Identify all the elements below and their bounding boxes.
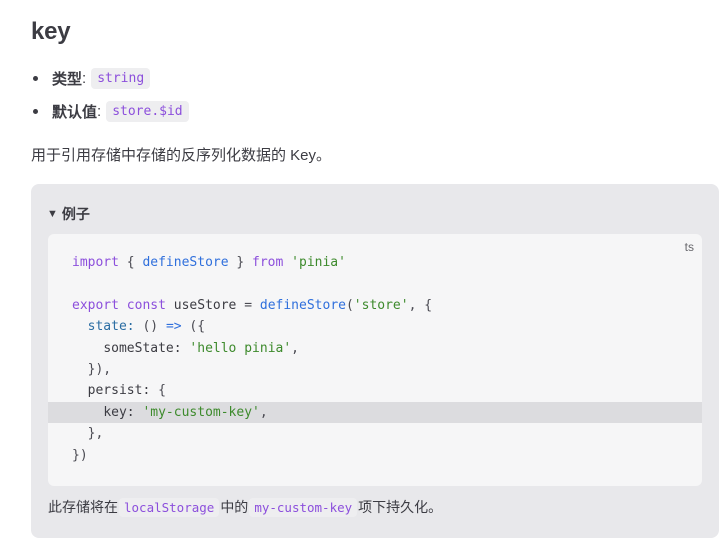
code-line: import { defineStore } from 'pinia' [72, 255, 346, 270]
example-summary-toggle[interactable]: ▼ 例子 [47, 204, 90, 224]
code-line: }, [87, 426, 104, 442]
code-line: someState: 'hello pinia', [103, 340, 299, 356]
description-text: 用于引用存储中存储的反序列化数据的 Key。 [31, 147, 332, 164]
example-footer: 此存储将在 localStorage 中的 my-custom-key 项下持久… [48, 497, 442, 517]
footer-text-after: 项下持久化。 [358, 499, 443, 515]
footer-code-key: my-custom-key [249, 497, 358, 517]
type-label: 类型 [52, 71, 83, 88]
code-content: import { defineStore } from 'pinia' ​ expo… [48, 252, 702, 466]
code-line: state: () => ({ [87, 319, 206, 335]
example-summary-label: 例子 [61, 206, 90, 222]
code-line: }), [87, 361, 112, 377]
code-line: }) [72, 447, 88, 463]
list-item-type: 类型: string [33, 66, 189, 91]
code-line: ​ [48, 273, 702, 294]
code-block: ts import { defineStore } from 'pinia'​e… [48, 234, 702, 486]
default-label: 默认值 [52, 104, 98, 121]
triangle-down-icon: ▼ [47, 208, 58, 220]
footer-text-middle: 中的 [220, 499, 249, 515]
code-line: persist: { [87, 383, 166, 399]
type-value: string [91, 68, 151, 89]
property-list: 类型: string 默认值: store.$id [33, 66, 189, 132]
default-colon: : [97, 103, 102, 120]
section-heading: key [31, 18, 71, 45]
example-details: ▼ 例子 ts import { defineStore } from 'pin… [31, 184, 719, 538]
code-line: export const useStore = defineStore('sto… [72, 297, 433, 313]
type-colon: : [82, 70, 87, 87]
list-item-default: 默认值: store.$id [33, 99, 189, 124]
code-line-highlighted: key: 'my-custom-key', [48, 401, 702, 424]
footer-text-before: 此存储将在 [48, 499, 118, 515]
default-value: store.$id [106, 101, 189, 122]
footer-code-localstorage: localStorage [119, 497, 220, 517]
